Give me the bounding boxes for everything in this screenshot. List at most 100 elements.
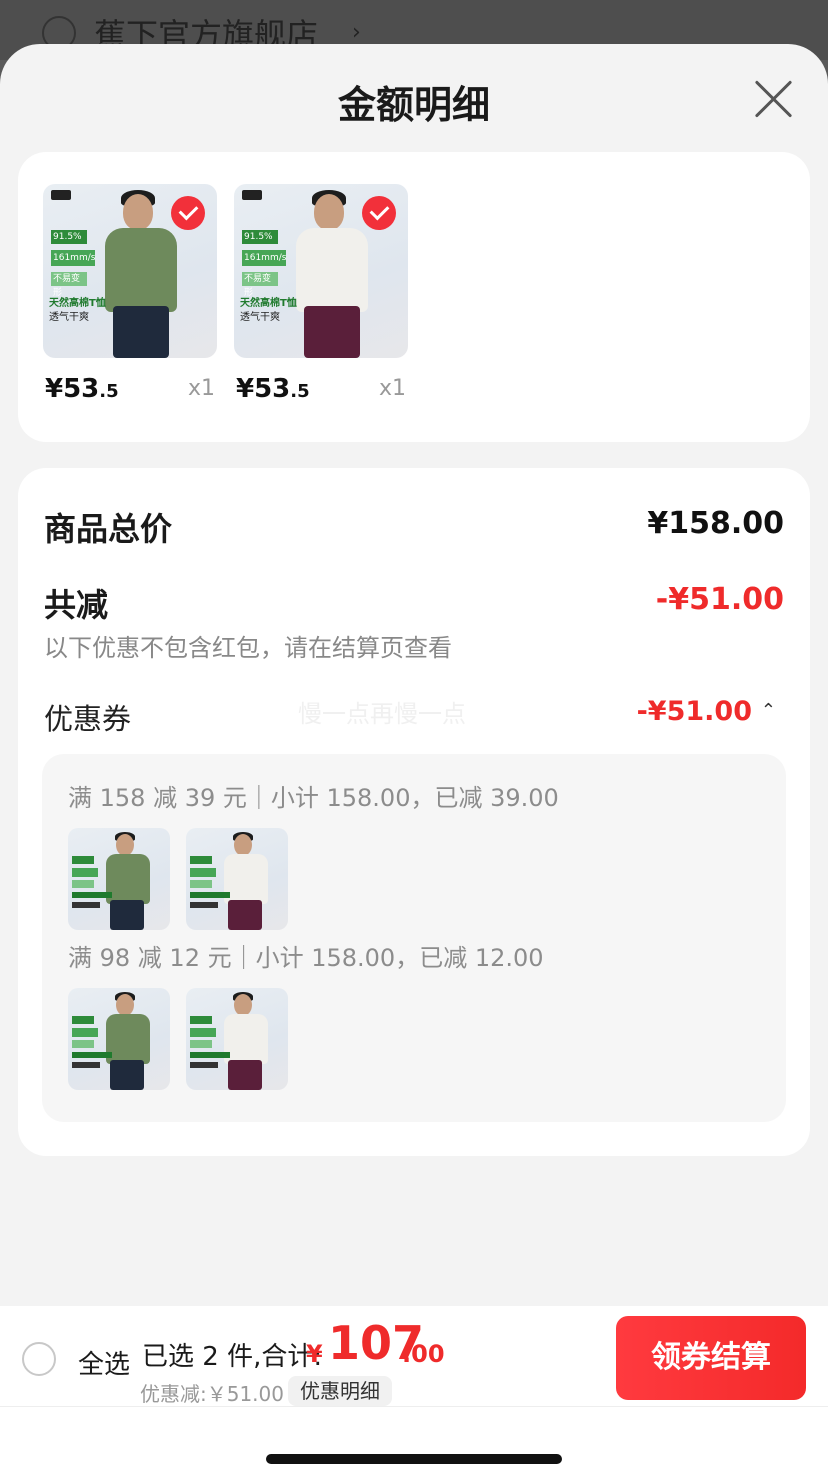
feature-tag: 161mm/s: [242, 250, 286, 266]
item-price: ¥53.5: [45, 374, 119, 404]
total-price-label: 商品总价: [44, 510, 173, 548]
coupon-value[interactable]: -¥51.00: [637, 696, 752, 727]
model-head: [116, 994, 134, 1016]
feature-tag: 不易变形: [242, 272, 278, 298]
product-slogan: [72, 1052, 112, 1058]
model-pants: [304, 306, 360, 358]
item-price-line: ¥53.5 x1: [43, 374, 217, 414]
feature-tag: [190, 1016, 212, 1024]
brand-logo-icon: [51, 190, 71, 200]
model-pants: [113, 306, 169, 358]
total-currency: ¥: [306, 1340, 323, 1368]
feature-tag: 91.5%: [51, 230, 87, 244]
checked-icon[interactable]: [171, 196, 205, 230]
model-shirt: [106, 854, 150, 904]
model-shirt: [224, 854, 268, 904]
sheet-title: 金额明细: [337, 83, 490, 127]
model-pants: [228, 1060, 262, 1090]
price-decimal: .5: [99, 381, 119, 402]
product-slogan: [190, 892, 230, 898]
model-pants: [110, 1060, 144, 1090]
selected-count-text: 已选 2 件,合计:: [142, 1342, 323, 1372]
coupon-items-row: [68, 988, 288, 1090]
watermark-text: 慢一点再慢一点: [298, 700, 466, 728]
product-slogan-sub: [190, 1062, 218, 1068]
product-thumbnail[interactable]: [68, 828, 170, 930]
coupon-rule: 满 158 减 39 元｜小计 158.00，已减 39.00: [68, 784, 559, 812]
coupon-label: 优惠券: [44, 702, 132, 736]
chevron-up-icon[interactable]: ⌃: [761, 700, 776, 721]
amount-detail-sheet: 金额明细 91.5% 161mm/s 不易变形 天然高棉T恤 透气干爽 ¥53.…: [0, 44, 828, 1480]
feature-tag: [72, 868, 98, 877]
feature-tag: [190, 1028, 216, 1037]
home-indicator[interactable]: [266, 1454, 562, 1464]
price-integer: ¥53: [45, 374, 100, 404]
item-quantity: x1: [378, 376, 406, 401]
feature-tag: [190, 880, 212, 888]
checkout-button[interactable]: 领券结算: [616, 1316, 806, 1400]
item-price-line: ¥53.5 x1: [234, 374, 408, 414]
checked-icon[interactable]: [362, 196, 396, 230]
model-pants: [110, 900, 144, 930]
product-slogan-sub: [72, 1062, 100, 1068]
close-icon[interactable]: [754, 80, 792, 118]
select-all-label[interactable]: 全选: [78, 1344, 130, 1381]
product-slogan-sub: 透气干爽: [49, 312, 89, 323]
product-thumbnail[interactable]: 91.5% 161mm/s 不易变形 天然高棉T恤 透气干爽: [234, 184, 408, 358]
item-card[interactable]: 91.5% 161mm/s 不易变形 天然高棉T恤 透气干爽 ¥53.5 x1: [234, 184, 408, 404]
product-slogan: 天然高棉T恤: [240, 298, 297, 309]
coupon-detail-box: 满 158 减 39 元｜小计 158.00，已减 39.00 满 98 减 1…: [42, 754, 786, 1122]
product-thumbnail[interactable]: [186, 828, 288, 930]
product-slogan: [72, 892, 112, 898]
product-thumbnail[interactable]: [68, 988, 170, 1090]
feature-tag: [72, 856, 94, 864]
discount-summary: 优惠减:￥51.00: [140, 1382, 284, 1406]
item-quantity: x1: [187, 376, 215, 401]
feature-tag: 不易变形: [51, 272, 87, 298]
discount-note: 以下优惠不包含红包，请在结算页查看: [44, 634, 452, 662]
model-pants: [228, 900, 262, 930]
model-head: [234, 994, 252, 1016]
feature-tag: [72, 1040, 94, 1048]
select-all-radio[interactable]: [22, 1342, 56, 1376]
feature-tag: 91.5%: [242, 230, 278, 244]
feature-tag: [190, 1040, 212, 1048]
feature-tag: [72, 1028, 98, 1037]
product-slogan: 天然高棉T恤: [49, 298, 106, 309]
price-integer: ¥53: [236, 374, 291, 404]
feature-tag: 161mm/s: [51, 250, 95, 266]
feature-tag: [190, 868, 216, 877]
model-head: [234, 834, 252, 856]
feature-tag: [190, 856, 212, 864]
divider: [0, 1406, 828, 1407]
model-shirt: [105, 228, 177, 312]
coupon-rule: 满 98 减 12 元｜小计 158.00，已减 12.00: [68, 944, 544, 972]
item-price: ¥53.5: [236, 374, 310, 404]
product-slogan: [190, 1052, 230, 1058]
product-slogan-sub: [190, 902, 218, 908]
checkout-bar: 全选 已选 2 件,合计: ¥ 107 .00 优惠减:￥51.00 优惠明细 …: [0, 1306, 828, 1480]
model-head: [314, 194, 344, 230]
model-shirt: [224, 1014, 268, 1064]
product-thumbnail[interactable]: 91.5% 161mm/s 不易变形 天然高棉T恤 透气干爽: [43, 184, 217, 358]
brand-logo-icon: [242, 190, 262, 200]
feature-tag: [72, 880, 94, 888]
model-head: [123, 194, 153, 230]
discount-detail-button[interactable]: 优惠明细: [288, 1376, 392, 1406]
model-head: [116, 834, 134, 856]
total-reduce-value: -¥51.00: [655, 582, 784, 617]
feature-tag: [72, 1016, 94, 1024]
chevron-right-icon: ›: [352, 20, 361, 45]
selected-items-card: 91.5% 161mm/s 不易变形 天然高棉T恤 透气干爽 ¥53.5 x1 …: [18, 152, 810, 442]
price-decimal: .5: [290, 381, 310, 402]
total-amount-decimal: .00: [402, 1340, 445, 1368]
product-slogan-sub: [72, 902, 100, 908]
item-card[interactable]: 91.5% 161mm/s 不易变形 天然高棉T恤 透气干爽 ¥53.5 x1: [43, 184, 217, 404]
total-price-value: ¥158.00: [647, 506, 784, 541]
product-slogan-sub: 透气干爽: [240, 312, 280, 323]
coupon-items-row: [68, 828, 288, 930]
product-thumbnail[interactable]: [186, 988, 288, 1090]
model-shirt: [106, 1014, 150, 1064]
price-summary-card: 商品总价 ¥158.00 共减 -¥51.00 以下优惠不包含红包，请在结算页查…: [18, 468, 810, 1156]
model-shirt: [296, 228, 368, 312]
